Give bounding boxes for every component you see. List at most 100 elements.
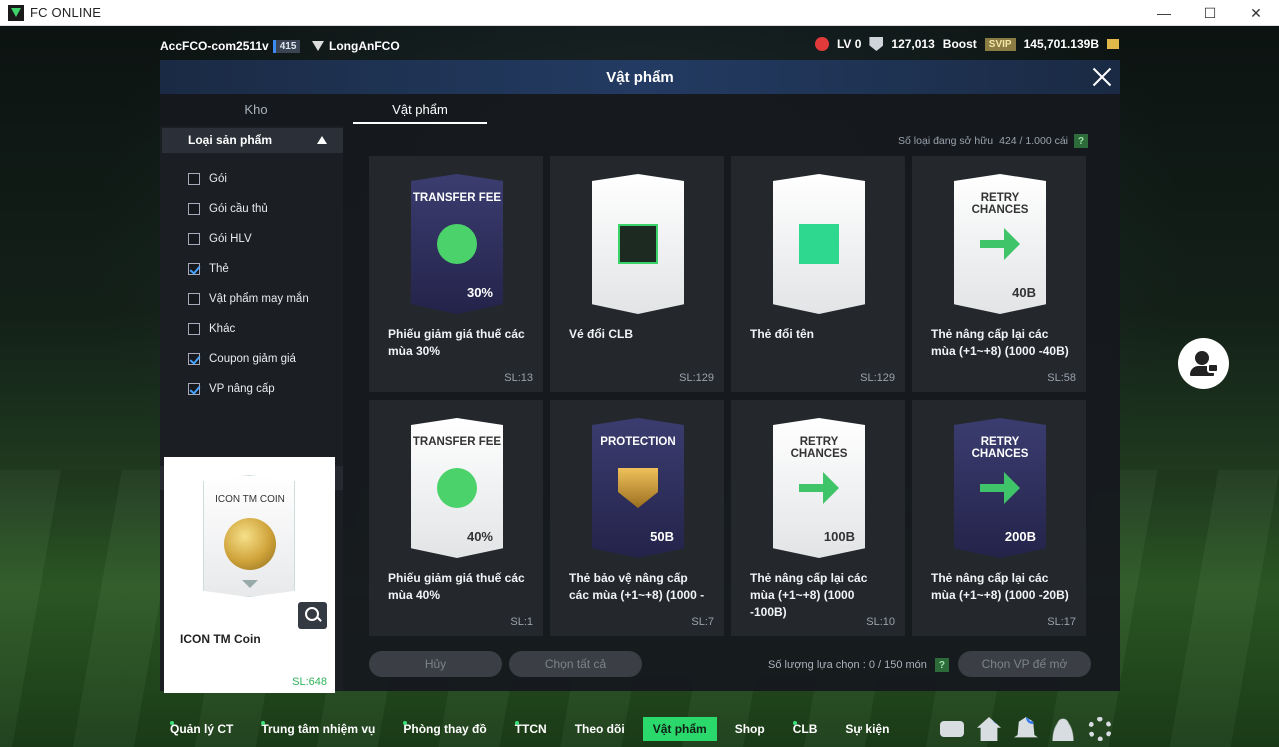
item-name: Vé đổi CLB	[569, 327, 634, 341]
bottom-nav-icons: 2 52	[940, 717, 1112, 741]
chat-bubble-icon	[1207, 363, 1219, 373]
item-count: SL:7	[691, 616, 714, 628]
chat-icon[interactable]	[940, 721, 964, 737]
help-icon[interactable]: ?	[934, 658, 949, 672]
items-panel: Vật phẩm Kho Vật phẩm Loại sản phẩm Gói …	[160, 60, 1120, 693]
item-card[interactable]: TRANSFER FEE 30% Phiếu giảm giá thuế các m…	[369, 156, 543, 392]
cancel-button[interactable]: Hủy	[369, 651, 502, 677]
choose-to-open-button[interactable]: Chọn VP để mở	[958, 651, 1091, 677]
help-icon[interactable]: ?	[1074, 134, 1088, 148]
checkbox[interactable]	[188, 293, 200, 305]
item-card[interactable]: Vé đổi CLB SL:129	[550, 156, 724, 392]
minimize-button[interactable]: —	[1141, 0, 1187, 26]
panel-tabs: Kho Vật phẩm	[160, 98, 1120, 124]
nav-label: Quản lý CT	[170, 722, 234, 736]
detail-card-image: ICON TM COIN	[203, 475, 295, 597]
item-thumbnail: RETRY CHANCES 200B	[954, 418, 1046, 558]
home-icon[interactable]: 2	[977, 717, 1001, 741]
gear-icon[interactable]	[1088, 717, 1112, 741]
checkbox-checked[interactable]	[188, 263, 200, 275]
owned-label: Số loại đang sở hữu	[898, 135, 994, 147]
nav-label: Trung tâm nhiệm vụ	[261, 722, 376, 736]
item-card[interactable]: TRANSFER FEE 40% Phiếu giảm giá thuế các m…	[369, 400, 543, 636]
bell-icon[interactable]: 52	[1014, 717, 1038, 738]
filter-header[interactable]: Loại sản phẩm	[162, 128, 343, 153]
account-name: AccFCO-com2511v	[160, 39, 269, 53]
item-name: Phiếu giảm giá thuế các mùa 40%	[388, 571, 525, 602]
club-name: LongAnFCO	[329, 39, 400, 53]
item-card-title: RETRY CHANCES	[971, 436, 1029, 460]
coin-icon	[1107, 39, 1119, 49]
filter-item-vat-pham-may-man[interactable]: Vật phẩm may mắn	[188, 284, 309, 314]
item-card[interactable]: RETRY CHANCES 200B Thẻ nâng cấp lại các mù…	[912, 400, 1086, 636]
nav-item[interactable]: Shop	[725, 717, 775, 741]
checkbox[interactable]	[188, 173, 200, 185]
user-icon[interactable]	[1051, 717, 1075, 741]
window-title: FC ONLINE	[30, 5, 102, 20]
checkbox[interactable]	[188, 323, 200, 335]
item-card[interactable]: PROTECTION 50B Thẻ bảo vệ nâng cấp các mùa…	[550, 400, 724, 636]
filter-item-coupon-giam-gia[interactable]: Coupon giảm giá	[188, 344, 309, 374]
fc-online-logo-icon	[8, 4, 24, 21]
item-thumbnail: TRANSFER FEE 40%	[411, 418, 503, 558]
club-info[interactable]: LongAnFCO	[312, 39, 400, 53]
tab-kho[interactable]: Kho	[189, 98, 323, 124]
tab-vat-pham[interactable]: Vật phẩm	[353, 98, 487, 124]
checkbox-checked[interactable]	[188, 383, 200, 395]
window-titlebar: FC ONLINE — ☐ ✕	[0, 0, 1279, 26]
nav-item[interactable]: CLB	[783, 717, 828, 741]
nav-item[interactable]: TTCN	[505, 717, 557, 741]
close-window-button[interactable]: ✕	[1233, 0, 1279, 26]
filter-label: Gói	[209, 173, 227, 185]
item-art-icon	[618, 468, 658, 508]
friends-chat-button[interactable]	[1178, 338, 1229, 389]
account-info[interactable]: AccFCO-com2511v 415	[160, 39, 301, 53]
nav-label: Vật phẩm	[652, 722, 707, 736]
nav-label: Shop	[734, 722, 765, 736]
svip-badge[interactable]: SVIP	[984, 37, 1016, 51]
notification-dot-icon	[514, 721, 519, 725]
checkbox-checked[interactable]	[188, 353, 200, 365]
nav-item[interactable]: Theo dõi	[565, 717, 635, 741]
close-panel-button[interactable]	[1090, 65, 1114, 89]
nav-item[interactable]: Sự kiện	[835, 717, 899, 741]
checkbox[interactable]	[188, 233, 200, 245]
item-art-icon	[437, 468, 477, 508]
nav-item[interactable]: Phòng thay đồ	[393, 717, 496, 741]
filter-item-the[interactable]: Thẻ	[188, 254, 309, 284]
filter-item-goi[interactable]: Gói	[188, 164, 309, 194]
filter-item-khac[interactable]: Khác	[188, 314, 309, 344]
zoom-magnifier-button[interactable]	[298, 602, 327, 629]
detail-card-title: ICON TM COIN	[215, 494, 285, 505]
select-all-button[interactable]: Chọn tất cả	[509, 651, 642, 677]
filter-item-goi-hlv[interactable]: Gói HLV	[188, 224, 309, 254]
item-thumbnail: RETRY CHANCES 100B	[773, 418, 865, 558]
item-art-icon	[618, 224, 658, 264]
item-card[interactable]: Thẻ đổi tên SL:129	[731, 156, 905, 392]
balance-value: 145,701.139B	[1023, 37, 1099, 51]
nav-label: Sự kiện	[845, 722, 890, 736]
item-name: Thẻ nâng cấp lại các mùa (+1~+8) (1000 -…	[931, 571, 1069, 602]
nav-item[interactable]: Trung tâm nhiệm vụ	[251, 717, 385, 741]
checkbox[interactable]	[188, 203, 200, 215]
item-card[interactable]: RETRY CHANCES 40B Thẻ nâng cấp lại các mùa…	[912, 156, 1086, 392]
selection-count: Số lượng lựa chọn : 0 / 150 món	[768, 659, 927, 671]
detail-item-name: ICON TM Coin	[180, 632, 261, 646]
item-thumbnail	[592, 174, 684, 314]
item-card-value: 40B	[1012, 285, 1036, 300]
player-stats: LV 0 127,013 Boost SVIP 145,701.139B	[814, 37, 1119, 51]
filter-item-vp-nang-cap[interactable]: VP nâng cấp	[188, 374, 309, 404]
gold-coin-icon	[224, 518, 276, 570]
nav-item[interactable]: Vật phẩm	[642, 717, 717, 741]
item-card-value: 30%	[466, 285, 493, 300]
item-count: SL:58	[1047, 372, 1076, 384]
item-name: Thẻ nâng cấp lại các mùa (+1~+8) (1000 -…	[931, 327, 1069, 358]
nav-item[interactable]: Quản lý CT	[160, 717, 243, 741]
item-card-value: 100B	[823, 529, 855, 544]
item-card[interactable]: RETRY CHANCES 100B Thẻ nâng cấp lại các mù…	[731, 400, 905, 636]
item-art-icon	[980, 228, 1020, 260]
item-art-icon	[799, 224, 839, 264]
filter-item-goi-cau-thu[interactable]: Gói cầu thủ	[188, 194, 309, 224]
maximize-button[interactable]: ☐	[1187, 0, 1233, 26]
panel-header: Vật phẩm	[160, 60, 1120, 94]
